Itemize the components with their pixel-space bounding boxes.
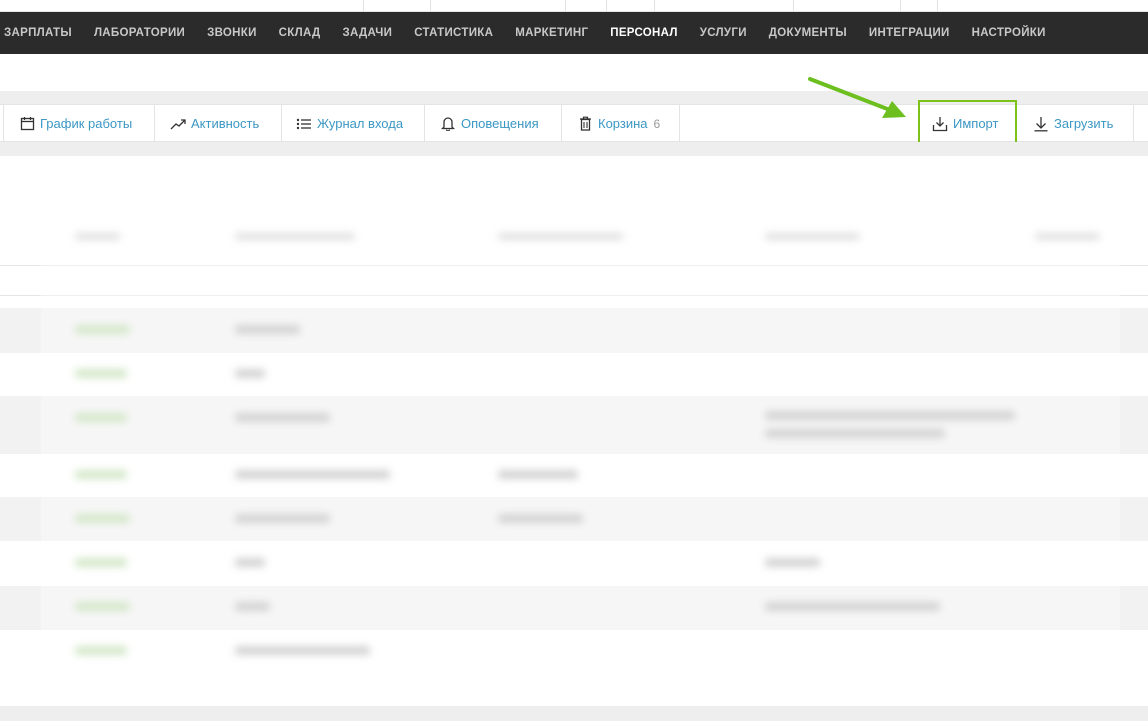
bell-icon xyxy=(440,116,456,132)
nav-item-staff[interactable]: ПЕРСОНАЛ xyxy=(610,27,678,39)
nav-item-tasks[interactable]: ЗАДАЧИ xyxy=(343,27,393,39)
trash-count-badge: 6 xyxy=(653,116,661,131)
calendar-icon xyxy=(19,116,35,132)
grey-band xyxy=(0,142,1148,156)
divider xyxy=(679,105,680,142)
divider xyxy=(937,0,938,12)
nav-item-settings[interactable]: НАСТРОЙКИ xyxy=(972,27,1046,39)
nav-item-services[interactable]: УСЛУГИ xyxy=(700,27,747,39)
upload-button[interactable]: Загрузить xyxy=(1033,105,1113,142)
divider xyxy=(565,0,566,12)
activity-label: Активность xyxy=(191,116,260,131)
import-highlight-box xyxy=(918,100,1017,148)
divider xyxy=(424,105,425,142)
notifications-button[interactable]: Оповещения xyxy=(440,105,539,142)
nav-item-warehouse[interactable]: СКЛАД xyxy=(279,27,321,39)
trash-icon xyxy=(577,116,593,132)
trend-icon xyxy=(170,116,186,132)
nav-item-documents[interactable]: ДОКУМЕНТЫ xyxy=(769,27,847,39)
nav-item-labs[interactable]: ЛАБОРАТОРИИ xyxy=(94,27,185,39)
trash-button[interactable]: Корзина 6 xyxy=(577,105,660,142)
trash-label: Корзина xyxy=(598,116,648,131)
divider xyxy=(900,0,901,12)
upload-label: Загрузить xyxy=(1054,116,1114,131)
blur-overlay xyxy=(41,205,1120,693)
divider xyxy=(793,0,794,12)
divider xyxy=(1133,105,1134,142)
divider xyxy=(3,105,4,142)
divider xyxy=(606,0,607,12)
schedule-label: График работы xyxy=(40,116,133,131)
staff-table-blurred xyxy=(0,205,1148,693)
main-navigation: ЗАРПЛАТЫ ЛАБОРАТОРИИ ЗВОНКИ СКЛАД ЗАДАЧИ… xyxy=(0,12,1148,54)
nav-item-marketing[interactable]: МАРКЕТИНГ xyxy=(515,27,588,39)
login-log-label: Журнал входа xyxy=(317,116,404,131)
top-utility-strip xyxy=(0,0,1148,12)
download-icon xyxy=(1033,116,1049,132)
nav-item-statistics[interactable]: СТАТИСТИКА xyxy=(414,27,493,39)
notifications-label: Оповещения xyxy=(461,116,539,131)
divider xyxy=(154,105,155,142)
divider xyxy=(281,105,282,142)
divider xyxy=(561,105,562,142)
nav-item-calls[interactable]: ЗВОНКИ xyxy=(207,27,257,39)
nav-item-integrations[interactable]: ИНТЕГРАЦИИ xyxy=(869,27,950,39)
divider xyxy=(363,0,364,12)
grey-band xyxy=(0,706,1148,721)
nav-item-salaries[interactable]: ЗАРПЛАТЫ xyxy=(4,27,72,39)
divider xyxy=(654,0,655,12)
schedule-button[interactable]: График работы xyxy=(19,105,132,142)
login-log-button[interactable]: Журнал входа xyxy=(296,105,403,142)
annotation-arrow-icon xyxy=(808,77,906,118)
divider xyxy=(430,0,431,12)
list-icon xyxy=(296,116,312,132)
page-spacer xyxy=(0,54,1148,91)
activity-button[interactable]: Активность xyxy=(170,105,259,142)
